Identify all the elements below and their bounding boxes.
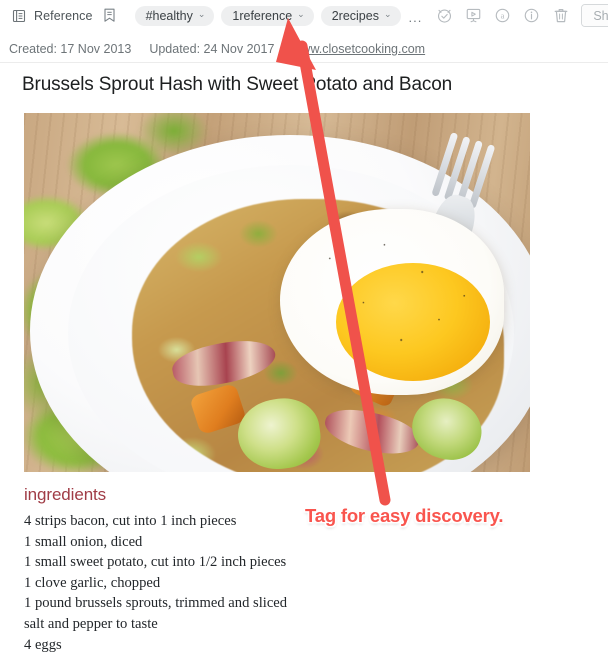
trash-icon[interactable]	[550, 5, 571, 26]
note-toolbar: Reference #healthy ⌄ 1reference ⌄ 2recip…	[0, 0, 608, 31]
updated-date: Updated: 24 Nov 2017	[149, 42, 275, 56]
tag-chip-list: #healthy ⌄ 1reference ⌄ 2recipes ⌄ ...	[134, 5, 423, 26]
header-divider	[0, 62, 608, 63]
tag-chip-label: 1reference	[232, 8, 293, 23]
list-item: salt and pepper to taste	[24, 615, 158, 632]
chevron-down-icon: ⌄	[383, 9, 392, 19]
notebook-icon	[8, 5, 30, 27]
toolbar-actions: a	[434, 5, 571, 26]
list-item: 1 clove garlic, chopped	[24, 574, 161, 591]
annotation-label: Tag for easy discovery.	[305, 505, 504, 526]
presentation-icon[interactable]	[463, 5, 484, 26]
svg-text:a: a	[501, 11, 505, 21]
tag-chip-healthy[interactable]: #healthy ⌄	[134, 5, 215, 26]
reminder-alarm-icon[interactable]	[434, 5, 455, 26]
source-url-link[interactable]: www.closetcooking.com	[292, 42, 425, 56]
created-date: Created: 17 Nov 2013	[9, 42, 132, 56]
notebook-name: Reference	[34, 8, 93, 23]
chevron-down-icon: ⌄	[297, 9, 305, 19]
tag-chip-2recipes[interactable]: 2recipes ⌄	[320, 5, 401, 26]
list-item: 1 small onion, diced	[24, 533, 143, 550]
tag-chip-label: #healthy	[145, 8, 193, 23]
tag-overflow-button[interactable]: ...	[409, 11, 423, 26]
recipe-photo	[24, 113, 530, 472]
list-item: 1 small sweet potato, cut into 1/2 inch …	[24, 554, 287, 571]
annotation-icon[interactable]: a	[492, 5, 513, 26]
list-item: 4 eggs	[24, 636, 62, 653]
ingredients-list: 4 strips bacon, cut into 1 inch pieces 1…	[24, 511, 384, 655]
info-icon[interactable]	[521, 5, 542, 26]
page-title: Brussels Sprout Hash with Sweet Potato a…	[22, 74, 453, 95]
notebook-selector[interactable]: Reference	[8, 5, 93, 27]
photo-pepper-flecks	[292, 221, 502, 391]
share-button[interactable]: Share	[582, 5, 608, 26]
tag-chip-1reference[interactable]: 1reference ⌄	[221, 5, 314, 26]
chevron-down-icon: ⌄	[197, 9, 206, 19]
list-item: 1 pound brussels sprouts, trimmed and sl…	[24, 595, 288, 612]
tag-icon[interactable]	[99, 5, 121, 27]
tag-chip-label: 2recipes	[331, 8, 379, 23]
note-metadata: Created: 17 Nov 2013 Updated: 24 Nov 201…	[0, 36, 608, 62]
share-control: Share ⌄	[581, 4, 608, 27]
ingredients-heading: ingredients	[24, 485, 107, 504]
